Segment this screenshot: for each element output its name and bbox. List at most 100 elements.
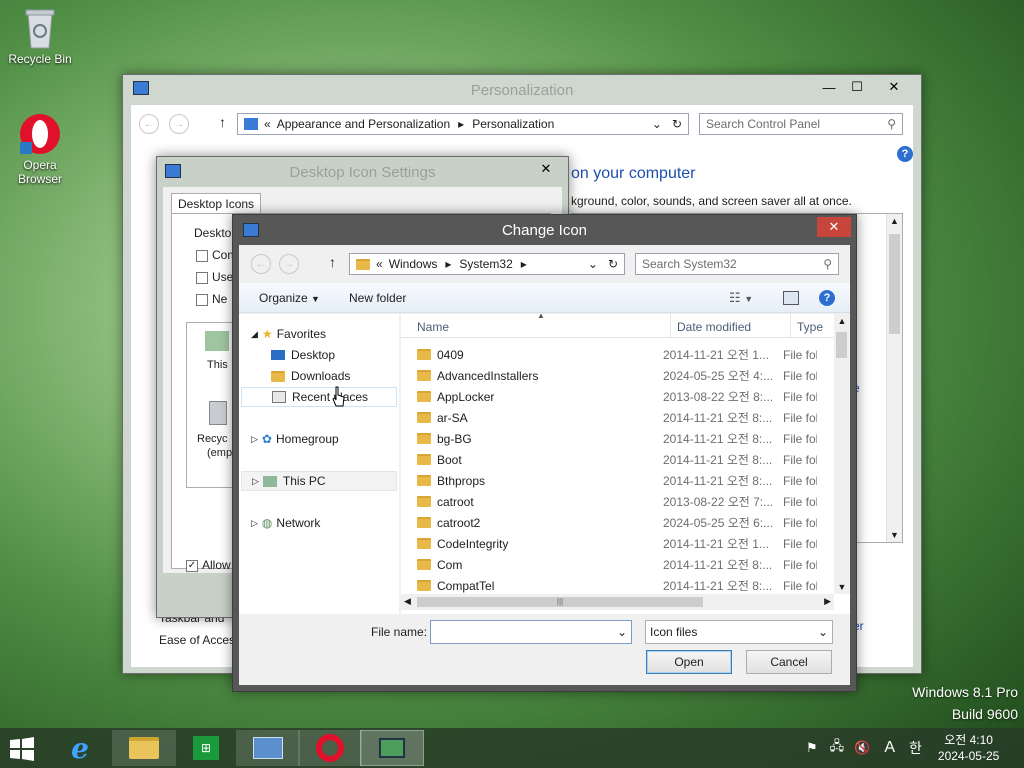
taskbar-opera[interactable] — [298, 730, 362, 766]
chevron-down-icon[interactable]: ⌄ — [617, 625, 627, 639]
this-pc-preview-icon[interactable] — [205, 331, 229, 351]
network-icon: ◍ — [261, 516, 273, 530]
address-crumb1[interactable]: Appearance and Personalization — [277, 117, 450, 131]
table-row[interactable]: CodeIntegrity 2014-11-21 오전 1... File fol — [401, 533, 834, 554]
start-button[interactable] — [8, 736, 38, 762]
hscroll-thumb[interactable]: ||| — [417, 597, 703, 607]
chevron-down-icon[interactable]: ⌄ — [588, 257, 598, 271]
help-icon[interactable]: ? — [819, 290, 835, 306]
breadcrumb-arrow-icon: ▸ — [445, 257, 452, 271]
tab-desktop-icons[interactable]: Desktop Icons — [171, 193, 262, 214]
nav-recent-places[interactable]: Recent places — [241, 387, 397, 407]
table-row[interactable]: catroot2 2024-05-25 오전 6:... File fol — [401, 512, 834, 533]
nav-favorites[interactable]: ◢ ★ Favorites — [251, 324, 326, 344]
system-tray: ⚑ 🖧 🔇 A 한 오전 4:10 2024-05-25 — [806, 728, 999, 768]
desktop-icon-recycle-bin[interactable]: Recycle Bin — [2, 6, 78, 66]
nav-up-button[interactable]: ↑ — [329, 254, 336, 270]
taskbar-file-explorer[interactable] — [112, 730, 176, 766]
file-name-input[interactable]: ⌄ — [430, 620, 632, 644]
settings-close-button[interactable]: ✕ — [529, 159, 563, 179]
search-system32[interactable]: Search System32 ⚲ — [635, 253, 839, 275]
maximize-button[interactable]: ☐ — [843, 77, 871, 97]
recycle-preview-icon[interactable] — [209, 401, 227, 425]
allow-themes-checkbox[interactable]: ✓ Allow — [186, 558, 231, 572]
nav-forward-button[interactable]: → — [279, 254, 299, 274]
up-button[interactable]: ↑ — [219, 114, 226, 130]
folder-icon — [417, 370, 431, 381]
folder-icon — [417, 391, 431, 402]
file-type-select[interactable]: Icon files ⌄ — [645, 620, 833, 644]
taskbar-internet-explorer[interactable]: e — [48, 730, 112, 766]
refresh-icon[interactable]: ↻ — [672, 117, 682, 131]
nav-back-button[interactable]: ← — [251, 254, 271, 274]
opera-icon — [316, 734, 344, 762]
help-icon[interactable]: ? — [897, 146, 913, 162]
action-center-flag-icon[interactable]: ⚑ — [806, 740, 818, 756]
search-control-panel[interactable]: Search Control Panel ⚲ — [699, 113, 903, 135]
table-row[interactable]: Boot 2014-11-21 오전 8:... File fol — [401, 449, 834, 470]
table-row[interactable]: AdvancedInstallers 2024-05-25 오전 4:... Fil… — [401, 365, 834, 386]
minimize-button[interactable]: — — [815, 77, 843, 97]
file-list-vscroll[interactable]: ▲ ▼ — [834, 314, 850, 594]
table-row[interactable]: 0409 2014-11-21 오전 1... File fol — [401, 344, 834, 365]
table-row[interactable]: Com 2014-11-21 오전 8:... File fol — [401, 554, 834, 575]
path-crumb-system32[interactable]: System32 — [459, 257, 512, 271]
address-bar[interactable]: « Appearance and Personalization ▸ Perso… — [237, 113, 689, 135]
nav-this-pc[interactable]: ▷ This PC — [241, 471, 397, 491]
page-subtext: kground, color, sounds, and screen saver… — [571, 194, 852, 208]
nav-network[interactable]: ▷ ◍ Network — [251, 513, 320, 533]
folder-icon — [417, 559, 431, 570]
taskbar-control-panel[interactable] — [236, 730, 300, 766]
back-button[interactable]: ← — [139, 114, 159, 134]
chevron-down-icon[interactable]: ⌄ — [652, 117, 662, 131]
close-button[interactable]: ✕ — [871, 77, 917, 97]
new-folder-button[interactable]: New folder — [349, 291, 406, 305]
nav-desktop[interactable]: Desktop — [271, 345, 335, 365]
ease-of-access-link[interactable]: Ease of Access — [159, 633, 241, 647]
open-button[interactable]: Open — [646, 650, 732, 674]
refresh-icon[interactable]: ↻ — [608, 257, 618, 271]
file-list[interactable]: Name Date modified Type ▲ 0409 2014-11-21… — [401, 314, 850, 614]
table-row[interactable]: Bthprops 2014-11-21 오전 8:... File fol — [401, 470, 834, 491]
table-row[interactable]: bg-BG 2014-11-21 오전 8:... File fol — [401, 428, 834, 449]
table-row[interactable]: catroot 2013-08-22 오전 7:... File fol — [401, 491, 834, 512]
file-name-label: File name: — [371, 625, 428, 639]
file-list-hscroll[interactable]: ◀ ||| ▶ — [401, 594, 834, 610]
column-name[interactable]: Name — [401, 314, 671, 337]
network-status-icon[interactable]: 🖧 — [830, 737, 845, 759]
taskbar-store[interactable]: ⊞ — [174, 730, 238, 766]
path-address-bar[interactable]: « Windows ▸ System32 ▸ ⌄ ↻ — [349, 253, 625, 275]
column-type[interactable]: Type — [791, 314, 834, 337]
checkbox-user-files[interactable]: Use — [196, 270, 233, 284]
control-panel-icon — [133, 81, 149, 95]
nav-homegroup[interactable]: ▷ ✿ Homegroup — [251, 429, 339, 449]
desktop-icon-opera[interactable]: Opera Browser — [2, 112, 78, 186]
address-crumb2[interactable]: Personalization — [472, 117, 554, 131]
vscroll-thumb[interactable] — [836, 332, 847, 358]
path-crumb-windows[interactable]: Windows — [389, 257, 438, 271]
navigation-pane[interactable]: ◢ ★ Favorites Desktop Downloads Recent pla… — [239, 314, 399, 614]
organize-button[interactable]: Organize ▼ — [259, 291, 320, 305]
table-row[interactable]: ar-SA 2014-11-21 오전 8:... File fol — [401, 407, 834, 428]
control-panel-icon — [253, 737, 283, 759]
folder-icon — [417, 496, 431, 507]
taskbar-personalization[interactable] — [360, 730, 424, 766]
scroll-thumb[interactable] — [889, 234, 900, 334]
preview-pane-icon[interactable] — [783, 291, 799, 305]
table-row[interactable]: AppLocker 2013-08-22 오전 8:... File fol — [401, 386, 834, 407]
ime-mode-indicator[interactable]: A — [884, 739, 895, 757]
change-icon-close-button[interactable]: ✕ — [817, 217, 851, 237]
folder-icon — [356, 258, 370, 270]
clock[interactable]: 오전 4:10 2024-05-25 — [938, 732, 999, 764]
column-date-modified[interactable]: Date modified — [671, 314, 791, 337]
desktop-icon — [271, 350, 285, 360]
nav-downloads[interactable]: Downloads — [271, 366, 350, 386]
cancel-button[interactable]: Cancel — [746, 650, 832, 674]
ime-language-indicator[interactable]: 한 — [909, 738, 922, 758]
volume-muted-icon[interactable]: 🔇 — [854, 740, 870, 756]
view-options-icon[interactable]: ☷ ▼ — [729, 290, 753, 306]
forward-button[interactable]: → — [169, 114, 189, 134]
table-row[interactable]: CompatTel 2014-11-21 오전 8:... File fol — [401, 575, 834, 596]
themes-scrollbar[interactable]: ▲ ▼ — [886, 214, 902, 542]
checkbox-network[interactable]: Ne — [196, 292, 227, 306]
